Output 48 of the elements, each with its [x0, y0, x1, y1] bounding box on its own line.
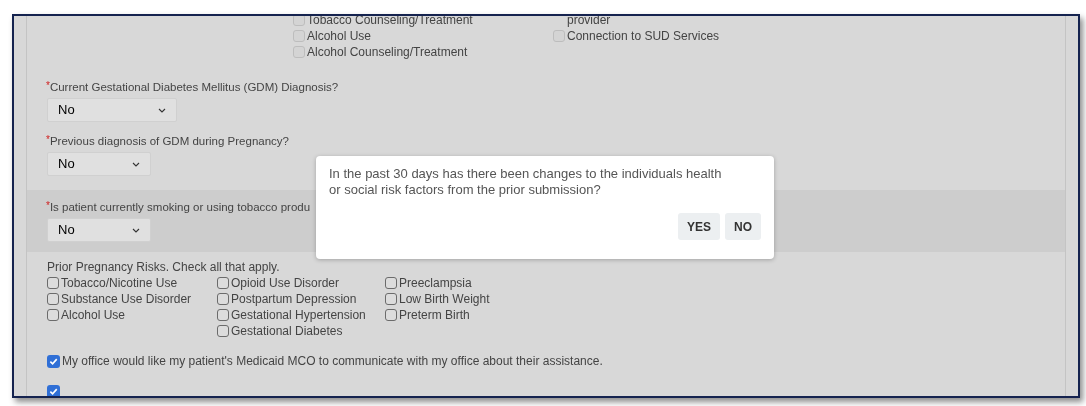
select-field[interactable]: No — [47, 218, 151, 242]
checkbox[interactable] — [47, 354, 60, 368]
checkbox-label: Opioid Use Disorder — [231, 277, 340, 289]
checkbox[interactable] — [293, 46, 305, 58]
checkbox[interactable] — [293, 30, 305, 42]
checkbox[interactable] — [217, 309, 229, 321]
chevron-down-icon — [132, 227, 140, 233]
checkbox[interactable] — [293, 16, 305, 26]
checkbox-label: Alcohol Use — [307, 30, 372, 42]
checkbox-label: provider — [567, 16, 611, 26]
checkbox[interactable] — [47, 309, 59, 321]
checkbox[interactable] — [217, 277, 229, 289]
checkbox[interactable] — [217, 293, 229, 305]
dialog-button[interactable]: NO — [725, 213, 761, 240]
question-label: Previous diagnosis of GDM during Pregnancy? — [49, 134, 289, 148]
checkbox-label: Alcohol Use — [61, 309, 126, 321]
checkbox-label: Gestational Hypertension — [231, 309, 366, 321]
checkbox[interactable] — [47, 293, 59, 305]
checkbox-label: Tobacco/Nicotine Use — [61, 277, 178, 289]
checkbox[interactable] — [385, 277, 397, 289]
checkbox-label: Substance Use Disorder — [61, 293, 192, 305]
checkbox[interactable] — [47, 384, 60, 396]
checkbox-label: Preterm Birth — [399, 309, 470, 321]
question-label: Current Gestational Diabetes Mellitus (GDM) Diagnosis? — [49, 80, 339, 94]
required-mark: * — [46, 200, 50, 212]
checkbox[interactable] — [217, 325, 229, 337]
checkbox-label: Connection to SUD Services — [567, 30, 720, 42]
checkbox[interactable] — [385, 293, 397, 305]
chevron-down-icon — [132, 161, 140, 167]
required-mark: * — [46, 134, 50, 146]
required-mark: * — [46, 80, 50, 92]
checkbox-label: Postpartum Depression — [231, 293, 357, 305]
checkbox-label: Tobacco Counseling/Treatment — [307, 16, 473, 26]
checkbox[interactable] — [553, 30, 565, 42]
chevron-down-icon — [158, 107, 166, 113]
select-field[interactable]: No — [47, 98, 177, 122]
dialog-message: In the past 30 days has there been changes to the individuals health or social risk factors from the prior submission? — [329, 166, 723, 198]
select-field[interactable]: No — [47, 152, 151, 176]
checkbox-label: Alcohol Counseling/Treatment — [307, 46, 468, 58]
checkbox-label: Preeclampsia — [399, 277, 472, 289]
checkbox[interactable] — [385, 309, 397, 321]
checkbox[interactable] — [47, 277, 59, 289]
checkbox-label: Low Birth Weight — [399, 293, 490, 305]
checkbox-label: My office would like my patient's Medicaid MCO to communicate with my office about their assistance. — [62, 355, 603, 367]
section-label: Prior Pregnancy Risks. Check all that apply. — [47, 260, 281, 274]
checkbox-label: Gestational Diabetes — [231, 325, 343, 337]
dialog-button[interactable]: YES — [678, 213, 720, 240]
question-label: Is patient currently smoking or using tobacco produ — [49, 200, 311, 214]
